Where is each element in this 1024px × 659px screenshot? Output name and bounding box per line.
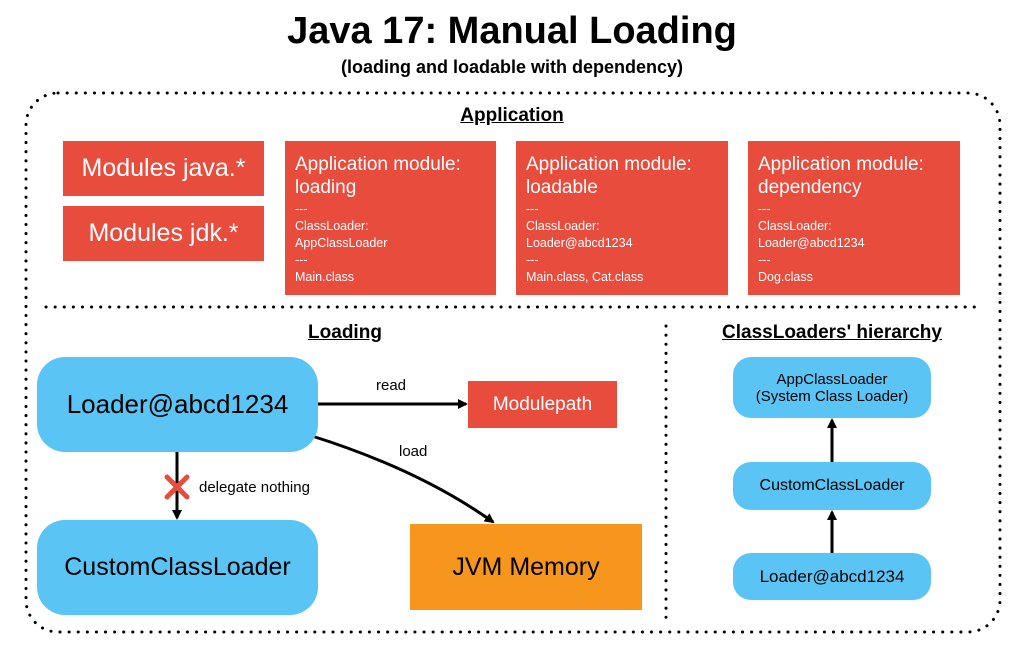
diagram-title: Java 17: Manual Loading: [287, 10, 737, 52]
loading-heading: Loading: [308, 322, 382, 343]
jvm-memory-node: JVM Memory: [410, 524, 642, 610]
app-classloader-name: AppClassLoader: [776, 370, 888, 388]
classloader-value: Loader@abcd1234: [526, 236, 633, 250]
separator: ---: [295, 253, 308, 267]
module-title: Application module: loadable: [526, 154, 692, 198]
custom-classloader-node: CustomClassLoader: [37, 520, 318, 615]
module-classes: Main.class, Cat.class: [526, 270, 644, 284]
load-label: load: [399, 443, 428, 460]
modules-jdk-box: Modules jdk.*: [63, 206, 264, 261]
read-label: read: [376, 377, 407, 394]
application-heading: Application: [460, 105, 564, 126]
module-classes: Dog.class: [758, 270, 813, 284]
classloader-label: ClassLoader:: [758, 219, 832, 233]
separator: ---: [526, 253, 539, 267]
separator: ---: [295, 202, 308, 216]
classloader-label: ClassLoader:: [526, 219, 600, 233]
separator: ---: [526, 202, 539, 216]
delegate-label: delegate nothing: [199, 479, 310, 496]
app-module-dependency: Application module: dependency --- Class…: [748, 141, 960, 295]
diagram-subtitle: (loading and loadable with dependency): [340, 57, 684, 77]
classloader-value: Loader@abcd1234: [758, 236, 865, 250]
hierarchy-custom-node: CustomClassLoader: [733, 462, 931, 510]
modules-java-box: Modules java.*: [63, 141, 264, 196]
module-title: Application module: dependency: [758, 154, 924, 198]
app-module-loading: Application module: loading --- ClassLoa…: [285, 141, 496, 295]
loader-node: Loader@abcd1234: [37, 357, 318, 452]
app-classloader-node: AppClassLoader (System Class Loader): [733, 357, 931, 418]
classloader-value: AppClassLoader: [295, 236, 388, 250]
hierarchy-loader-node: Loader@abcd1234: [733, 553, 931, 600]
app-module-loadable: Application module: loadable --- ClassLo…: [516, 141, 728, 295]
separator: ---: [758, 202, 771, 216]
module-classes: Main.class: [295, 270, 355, 284]
modulepath-node: Modulepath: [468, 381, 617, 428]
module-title: Application module: loading: [295, 154, 461, 198]
separator: ---: [758, 253, 771, 267]
hierarchy-heading: ClassLoaders' hierarchy: [722, 322, 942, 343]
app-classloader-alias: (System Class Loader): [755, 387, 909, 405]
classloader-label: ClassLoader:: [295, 219, 369, 233]
